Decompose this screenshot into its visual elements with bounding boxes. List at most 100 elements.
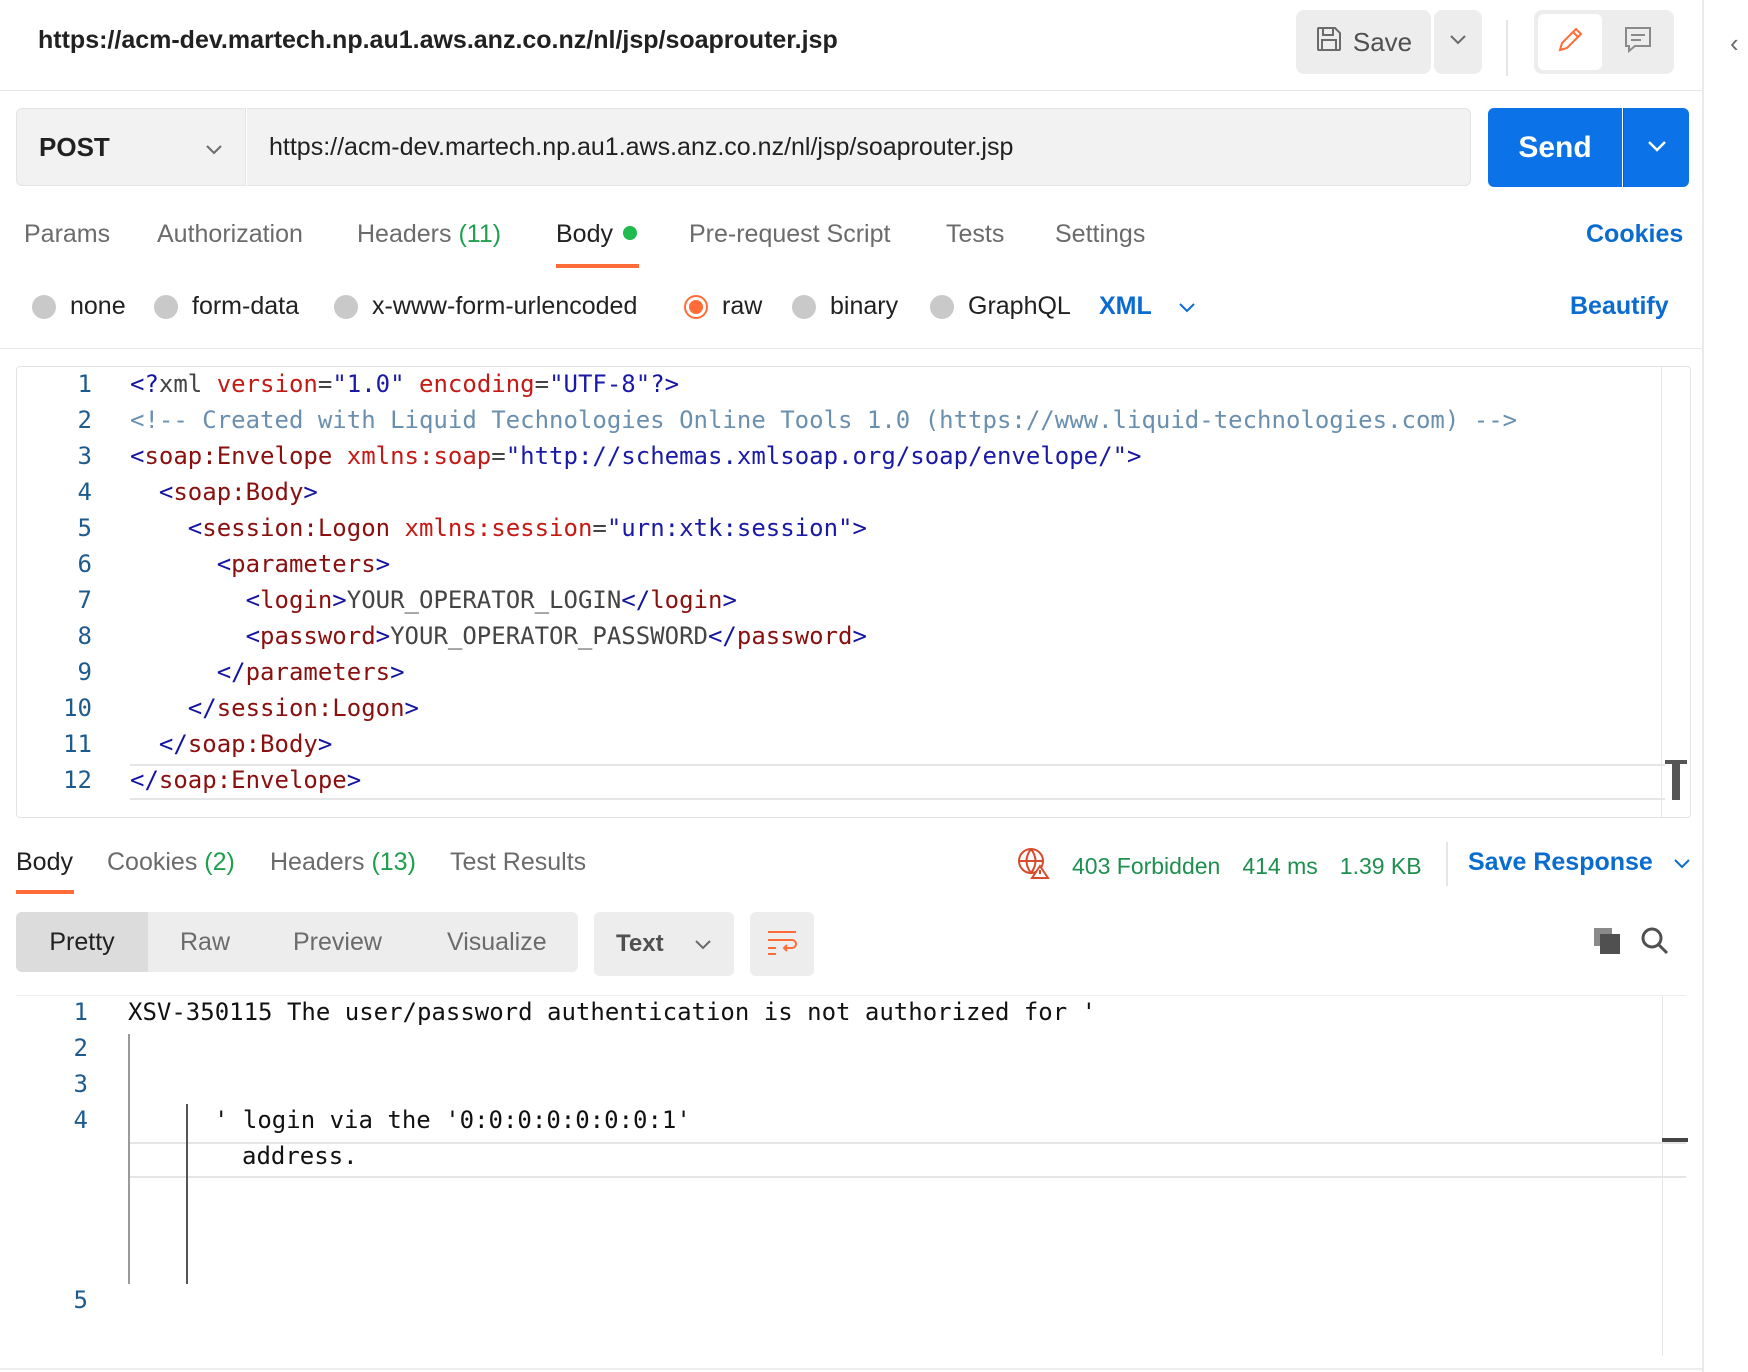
radio-dot: [930, 294, 954, 319]
chevron-left-icon[interactable]: ‹: [1730, 28, 1739, 59]
code-line[interactable]: <password>YOUR_OPERATOR_PASSWORD</passwo…: [130, 622, 867, 650]
comments-button[interactable]: [1606, 14, 1670, 70]
code-line[interactable]: <session:Logon xmlns:session="urn:xtk:se…: [130, 514, 867, 542]
divider: [0, 348, 1702, 349]
tab-headers[interactable]: Headers (11): [357, 220, 501, 249]
save-response-button[interactable]: Save Response: [1468, 848, 1691, 877]
wrap-lines-button[interactable]: [750, 912, 814, 976]
code-token: "UTF-8": [549, 370, 651, 398]
request-title[interactable]: https://acm-dev.martech.np.au1.aws.anz.c…: [38, 26, 838, 55]
indent-guide: [128, 1034, 130, 1284]
right-panel-border: [1702, 0, 1704, 1372]
code-line[interactable]: </parameters>: [130, 658, 405, 686]
response-tab-headers[interactable]: Headers (13): [270, 848, 416, 877]
code-token: </: [707, 622, 737, 650]
tab-authorization[interactable]: Authorization: [157, 220, 303, 249]
tab-body[interactable]: Body: [556, 220, 637, 249]
tab-prerequest-script[interactable]: Pre-request Script: [689, 220, 890, 249]
method-label: POST: [39, 131, 110, 162]
radio-dot: [334, 294, 358, 319]
view-visualize-button[interactable]: Visualize: [447, 912, 547, 972]
code-token: </: [187, 694, 217, 722]
url-input[interactable]: https://acm-dev.martech.np.au1.aws.anz.c…: [247, 108, 1471, 186]
method-select[interactable]: POST: [16, 108, 246, 186]
code-token: </: [216, 658, 246, 686]
chevron-down-icon: [1449, 33, 1467, 51]
radio-raw[interactable]: raw: [684, 292, 762, 321]
code-token: </: [621, 586, 651, 614]
response-tab-cookies[interactable]: Cookies (2): [107, 848, 235, 877]
code-token: <: [187, 514, 203, 542]
response-scrollbar[interactable]: [1662, 1138, 1688, 1142]
view-pretty-button[interactable]: Pretty: [16, 912, 148, 972]
radio-graphql[interactable]: GraphQL: [930, 292, 1071, 321]
beautify-button[interactable]: Beautify: [1570, 292, 1669, 321]
chevron-down-icon: [205, 132, 223, 163]
response-text-line[interactable]: XSV-350115 The user/password authenticat…: [128, 998, 1096, 1026]
code-line[interactable]: <soap:Envelope xmlns:soap="http://schema…: [130, 442, 1141, 470]
headers-count: (11): [458, 220, 502, 248]
send-options-button[interactable]: [1623, 108, 1689, 187]
save-button[interactable]: Save: [1296, 10, 1431, 74]
line-number: 7: [77, 586, 92, 614]
response-tab-body[interactable]: Body: [16, 848, 73, 877]
code-token: </: [130, 766, 159, 794]
line-number: 4: [73, 1106, 88, 1134]
line-number: 5: [77, 514, 92, 542]
response-tab-test-results[interactable]: Test Results: [450, 848, 586, 877]
response-text-line[interactable]: address.: [242, 1142, 358, 1170]
radio-urlencoded[interactable]: x-www-form-urlencoded: [334, 292, 637, 321]
chevron-down-icon: [1673, 848, 1691, 877]
radio-binary[interactable]: binary: [792, 292, 898, 321]
code-line[interactable]: </soap:Envelope>: [130, 766, 361, 794]
save-options-button[interactable]: [1434, 10, 1482, 74]
radio-none[interactable]: none: [32, 292, 126, 321]
response-time[interactable]: 414 ms: [1242, 853, 1317, 880]
code-line[interactable]: <login>YOUR_OPERATOR_LOGIN</login>: [130, 586, 737, 614]
indent-guide: [186, 1104, 188, 1284]
status-code[interactable]: 403 Forbidden: [1072, 853, 1220, 880]
code-token: xmlns:session: [404, 514, 593, 542]
code-token: <!-- Created with Liquid Technologies On…: [130, 406, 1518, 434]
save-response-label: Save Response: [1468, 848, 1653, 876]
code-token: ?>: [650, 370, 680, 398]
chevron-down-icon: [1647, 139, 1667, 157]
pencil-icon: [1555, 25, 1585, 60]
send-button[interactable]: Send: [1488, 108, 1622, 187]
code-token: >: [390, 658, 405, 686]
radio-form-data[interactable]: form-data: [154, 292, 299, 321]
view-preview-button[interactable]: Preview: [293, 912, 382, 972]
code-token: >: [404, 694, 419, 722]
cookies-link[interactable]: Cookies: [1586, 220, 1683, 249]
code-line[interactable]: <?xml version="1.0" encoding="UTF-8"?>: [130, 370, 679, 398]
code-token: "http://schemas.xmlsoap.org/soap/envelop…: [505, 442, 1128, 470]
response-text-line[interactable]: ' login via the '0:0:0:0:0:0:0:1': [214, 1106, 691, 1134]
code-line[interactable]: </soap:Body>: [130, 730, 332, 758]
network-error-icon[interactable]: [1016, 846, 1050, 886]
cookies-count: (2): [204, 848, 235, 876]
code-line[interactable]: <!-- Created with Liquid Technologies On…: [130, 406, 1517, 434]
tab-settings[interactable]: Settings: [1055, 220, 1145, 249]
language-select[interactable]: XML: [1099, 292, 1196, 321]
edit-mode-button[interactable]: [1538, 14, 1602, 70]
copy-icon[interactable]: [1592, 926, 1622, 961]
tab-tests[interactable]: Tests: [946, 220, 1004, 249]
format-label: Text: [616, 930, 664, 957]
response-size[interactable]: 1.39 KB: [1340, 853, 1422, 880]
view-raw-button[interactable]: Raw: [180, 912, 230, 972]
code-token: >: [852, 514, 867, 542]
search-icon[interactable]: [1640, 926, 1670, 961]
code-line[interactable]: <soap:Body>: [130, 478, 318, 506]
code-token: YOUR_OPERATOR_PASSWORD: [390, 622, 708, 650]
code-token: version: [216, 370, 318, 398]
code-line[interactable]: </session:Logon>: [130, 694, 419, 722]
radio-dot-selected: [684, 294, 708, 319]
format-select[interactable]: Text: [594, 912, 734, 976]
tab-params[interactable]: Params: [24, 220, 110, 249]
editor-scrollbar[interactable]: [1672, 760, 1680, 800]
line-number: 2: [77, 406, 92, 434]
code-line[interactable]: <parameters>: [130, 550, 390, 578]
